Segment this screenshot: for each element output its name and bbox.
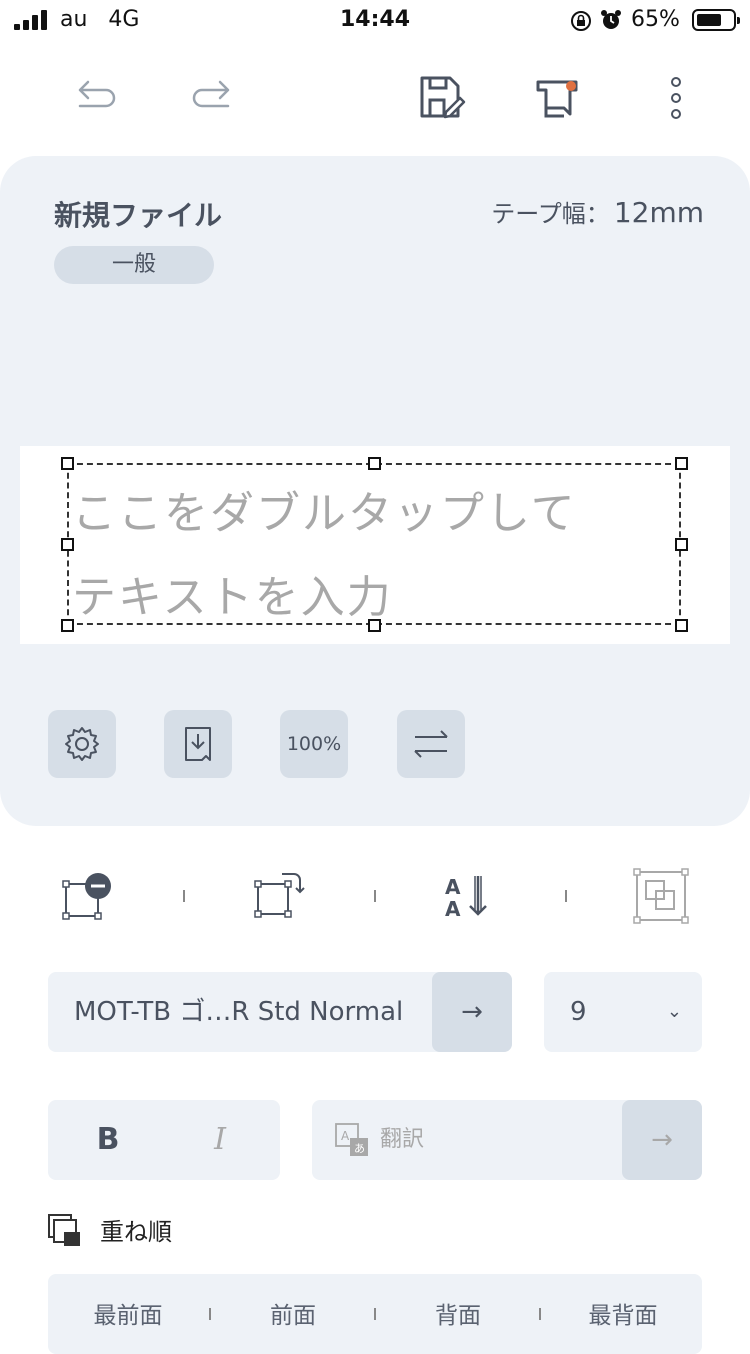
battery-percent: 65% <box>631 7 680 32</box>
overlap-button[interactable] <box>631 866 691 926</box>
send-backward-button[interactable]: 背面 <box>393 1296 523 1330</box>
layer-order-title: 重ね順 <box>100 1218 172 1246</box>
remove-object-button[interactable] <box>56 866 116 926</box>
resize-handle[interactable] <box>675 538 688 551</box>
bring-forward-button[interactable]: 前面 <box>228 1296 358 1330</box>
more-icon[interactable] <box>646 68 706 128</box>
translate-button[interactable]: → <box>622 1100 702 1180</box>
svg-text:A: A <box>341 1129 350 1143</box>
divider <box>539 1308 541 1320</box>
font-family-field[interactable]: MOT-TB ゴ…R Std Normal → <box>48 972 512 1052</box>
vertical-text-icon: A A <box>445 875 487 921</box>
settings-icon <box>65 727 99 761</box>
status-bar: au 4G 14:44 65% <box>0 0 750 40</box>
alarm-icon <box>601 10 621 29</box>
font-family-value: MOT-TB ゴ…R Std Normal <box>74 997 404 1027</box>
orientation-lock-icon <box>571 11 591 31</box>
import-button[interactable] <box>164 710 232 778</box>
file-title: 新規ファイル <box>54 199 223 232</box>
font-size-value: 9 <box>570 997 587 1027</box>
undo-icon[interactable] <box>66 68 126 128</box>
chevron-down-icon: ⌄ <box>666 1001 682 1022</box>
rotate-object-icon <box>254 873 305 918</box>
font-picker-button[interactable]: → <box>432 972 512 1052</box>
translate-field[interactable]: A あ 翻訳 → <box>312 1100 702 1180</box>
resize-handle[interactable] <box>368 457 381 470</box>
italic-button[interactable]: I <box>200 1100 240 1180</box>
divider <box>183 890 185 902</box>
tape-width: テープ幅： 12mm <box>491 194 704 229</box>
bold-button[interactable]: B <box>88 1100 128 1180</box>
divider <box>209 1308 211 1320</box>
text-style-group: B I <box>48 1100 280 1180</box>
resize-handle[interactable] <box>675 457 688 470</box>
print-icon[interactable] <box>530 68 590 128</box>
redo-icon[interactable] <box>182 68 242 128</box>
tape-width-value: 12mm <box>613 196 704 229</box>
svg-text:あ: あ <box>354 1142 365 1155</box>
swap-icon <box>414 730 448 758</box>
resize-handle[interactable] <box>61 457 74 470</box>
settings-button[interactable] <box>48 710 116 778</box>
resize-handle[interactable] <box>675 619 688 632</box>
font-size-select[interactable]: 9 ⌄ <box>544 972 702 1052</box>
send-to-back-button[interactable]: 最背面 <box>558 1296 688 1330</box>
tape-width-label: テープ幅： <box>491 200 610 228</box>
overlap-icon <box>633 868 689 924</box>
swap-button[interactable] <box>397 710 465 778</box>
zoom-button[interactable]: 100% <box>280 710 348 778</box>
translate-label: 翻訳 <box>380 1127 425 1152</box>
text-placeholder[interactable]: ここをダブルタップして テキストを入力 <box>72 472 672 640</box>
rotate-object-button[interactable] <box>246 866 306 926</box>
save-icon[interactable] <box>412 68 472 128</box>
divider <box>565 890 567 902</box>
zoom-level: 100% <box>286 733 342 755</box>
divider <box>374 890 376 902</box>
svg-text:A: A <box>445 897 461 921</box>
divider <box>374 1308 376 1320</box>
import-icon <box>185 727 211 761</box>
translate-icon: A あ <box>335 1123 368 1156</box>
layer-order-icon <box>48 1214 80 1246</box>
svg-text:A: A <box>445 875 461 899</box>
bring-to-front-button[interactable]: 最前面 <box>63 1296 193 1330</box>
vertical-text-button[interactable]: A A <box>438 866 498 926</box>
remove-object-icon <box>62 873 111 920</box>
battery-icon <box>692 9 740 31</box>
category-tag[interactable]: 一般 <box>54 246 214 284</box>
